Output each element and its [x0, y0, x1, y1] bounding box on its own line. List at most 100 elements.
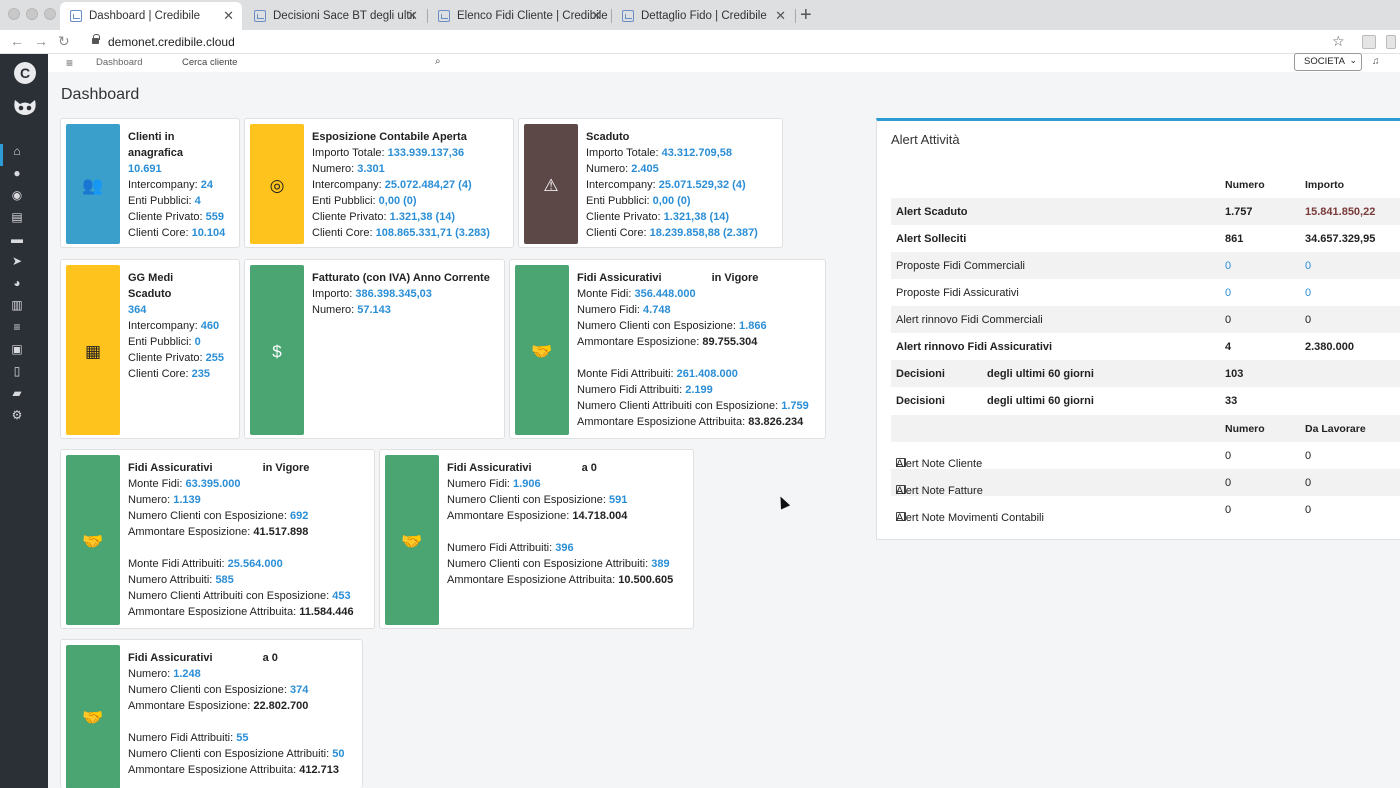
document-icon[interactable]: ▯ [10, 364, 24, 378]
stat-label: Numero Clienti con Esposizione: [447, 494, 606, 506]
back-arrow-icon[interactable]: ← [10, 33, 24, 49]
stat-label: Monte Fidi Attribuiti: [577, 368, 674, 380]
societa-select[interactable]: SOCIETA ⌄ [1294, 53, 1362, 71]
book-icon[interactable]: ▬ [10, 232, 24, 246]
stat-value: 89.755.304 [702, 336, 758, 348]
alert-row-proposte-assicurativi[interactable]: Proposte Fidi Assicurativi 0 0 [891, 279, 1400, 306]
mouse-cursor [775, 494, 791, 510]
alert-row-decisioni-1[interactable]: Decisioni degli ultimi 60 giorni 103 [891, 360, 1400, 387]
card-title-suffix: a 0 [581, 462, 597, 474]
list-icon[interactable]: ≡ [10, 320, 24, 334]
nav-dashboard-link[interactable]: Dashboard [96, 57, 142, 68]
handshake-icon: 🤝 [401, 532, 423, 551]
card-fidi-assicurativi-vigore-1[interactable]: 🤝 Fidi Assicurativi in Vigore Monte Fidi:… [509, 259, 826, 439]
stat-label: Enti Pubblici: [128, 336, 192, 348]
stat-label: Monte Fidi: [577, 288, 632, 300]
bookmark-star-icon[interactable]: ☆ [1332, 33, 1345, 50]
clipboard-icon[interactable]: ▤ [10, 210, 24, 224]
note-row-cliente[interactable]: Alert Note Cliente 0 0 [891, 442, 1400, 470]
note-row-fatture[interactable]: Alert Note Fatture 0 0 [891, 469, 1400, 497]
stat-value: 25.564.000 [227, 558, 283, 570]
print-icon[interactable]: ▣ [10, 342, 24, 356]
row-numero-link[interactable]: 0 [1225, 287, 1231, 299]
alert-row-solleciti[interactable]: Alert Solleciti 861 34.657.329,95 [891, 225, 1400, 252]
tab-label: Dashboard | Credibile [89, 10, 201, 22]
alert-row-decisioni-2[interactable]: Decisioni degli ultimi 60 giorni 33 [891, 387, 1400, 414]
alert-row-rinnovo-commerciali[interactable]: Alert rinnovo Fidi Commerciali 0 0 [891, 306, 1400, 333]
card-fatturato[interactable]: $ Fatturato (con IVA) Anno Corrente Impo… [244, 259, 505, 439]
menu-toggle-icon[interactable]: ≡ [66, 56, 73, 70]
card-scaduto[interactable]: ⚠ Scaduto Importo Totale: 43.312.709,58 … [518, 118, 783, 248]
alert-row-scaduto[interactable]: Alert Scaduto 1.757 15.841.850,22 [891, 198, 1400, 225]
stat-value: 0,00 (0) [652, 195, 691, 207]
home-icon[interactable]: ⌂ [10, 144, 24, 158]
tab-close-icon[interactable]: ✕ [591, 8, 602, 24]
card-fidi-assicurativi-vigore-2[interactable]: 🤝 Fidi Assicurativi in Vigore Monte Fidi:… [60, 449, 375, 629]
browser-tab-dettaglio-fido[interactable]: Dettaglio Fido | Credibile ✕ [612, 2, 794, 30]
stat-label: Numero Fidi Attribuiti: [577, 384, 683, 396]
nav-search-client-link[interactable]: Cerca cliente [182, 57, 237, 68]
browser-tab-decisioni[interactable]: Decisioni Sace BT degli ultimi ✕ [244, 2, 426, 30]
reload-icon[interactable]: ↻ [58, 33, 70, 50]
browser-tab-elenco-fidi[interactable]: Elenco Fidi Cliente | Credibile ✕ [428, 2, 610, 30]
forward-arrow-icon[interactable]: → [34, 33, 48, 49]
tab-label: Decisioni Sace BT degli ultimi [273, 10, 415, 22]
column-header: Importo [1305, 179, 1345, 191]
stat-value: 1.866 [739, 320, 767, 332]
url-field[interactable]: demonet.credibile.cloud [108, 35, 235, 49]
card-fidi-assicurativi-zero-1[interactable]: 🤝 Fidi Assicurativi a 0 Numero Fidi: 1.90… [379, 449, 694, 629]
row-label: Alert rinnovo Fidi Assicurativi [896, 341, 1053, 353]
window-zoom-button[interactable] [44, 8, 56, 20]
card-esposizione-contabile[interactable]: ◎ Esposizione Contabile Aperta Importo T… [244, 118, 514, 248]
stat-label: Numero Clienti con Esposizione Attribuit… [447, 558, 649, 570]
bell-icon[interactable]: ♫ [1372, 56, 1380, 67]
row-numero: 4 [1225, 341, 1232, 353]
window-minimize-button[interactable] [26, 8, 38, 20]
extension-icon[interactable] [1362, 35, 1376, 49]
tab-separator [795, 9, 796, 23]
stat-label: Enti Pubblici: [128, 195, 192, 207]
stat-value: 386.398.345,03 [355, 288, 432, 300]
tab-close-icon[interactable]: ✕ [775, 8, 786, 24]
folder-icon[interactable]: ▰ [10, 386, 24, 400]
card-gg-medi-scaduto[interactable]: ▦ GG Medi Scaduto 364 Intercompany: 460 … [60, 259, 240, 439]
warning-icon: ⚠ [543, 176, 559, 195]
lock-icon [92, 34, 100, 44]
bar-chart-icon[interactable]: ▥ [10, 298, 24, 312]
search-icon[interactable]: ⌕ [435, 56, 441, 67]
card-fidi-assicurativi-zero-2[interactable]: 🤝 Fidi Assicurativi a 0 Numero: 1.248 Num… [60, 639, 363, 788]
browser-tab-bar: Dashboard | Credibile ✕ Decisioni Sace B… [0, 0, 1400, 30]
alert-row-rinnovo-assicurativi[interactable]: Alert rinnovo Fidi Assicurativi 4 2.380.… [891, 333, 1400, 360]
tab-close-icon[interactable]: ✕ [407, 8, 418, 24]
card-stripe: 🤝 [515, 265, 569, 435]
row-importo-link[interactable]: 0 [1305, 260, 1311, 272]
alert-row-proposte-commerciali[interactable]: Proposte Fidi Commerciali 0 0 [891, 252, 1400, 279]
row-da-lavorare: 0 [1305, 477, 1312, 489]
column-header: Numero [1225, 423, 1265, 435]
users-icon[interactable]: ● [10, 166, 24, 180]
card-body: GG Medi Scaduto 364 Intercompany: 460 En… [128, 270, 224, 382]
window-close-button[interactable] [8, 8, 20, 20]
pie-chart-icon[interactable]: ◕ [10, 276, 24, 290]
browser-tab-dashboard[interactable]: Dashboard | Credibile ✕ [60, 2, 242, 30]
new-tab-icon[interactable]: + [800, 4, 812, 27]
money-icon[interactable]: ◉ [10, 188, 24, 202]
row-importo-link[interactable]: 0 [1305, 287, 1311, 299]
settings-icon[interactable]: ⚙ [10, 408, 24, 422]
card-clienti-anagrafica[interactable]: 👥 Clienti in anagrafica 10.691 Intercomp… [60, 118, 240, 248]
send-icon[interactable]: ➤ [10, 254, 24, 268]
row-numero: 0 [1225, 477, 1232, 489]
stat-label: Numero Fidi: [577, 304, 640, 316]
stat-value: 24 [200, 179, 214, 191]
stat-label: Ammontare Esposizione: [128, 526, 251, 538]
extension-icon[interactable] [1386, 35, 1396, 49]
note-row-movimenti[interactable]: Alert Note Movimenti Contabili 0 0 [891, 496, 1400, 524]
tab-close-icon[interactable]: ✕ [223, 8, 234, 24]
row-numero-link[interactable]: 0 [1225, 260, 1231, 272]
stat-label: Clienti Core: [586, 227, 647, 239]
card-title: GG Medi [128, 272, 174, 284]
row-label: Proposte Fidi Assicurativi [896, 287, 1019, 299]
calendar-icon: ▦ [84, 342, 102, 361]
societa-select-value: SOCIETA [1304, 56, 1345, 67]
card-body: Fidi Assicurativi a 0 Numero: 1.248 Numer… [128, 650, 344, 778]
